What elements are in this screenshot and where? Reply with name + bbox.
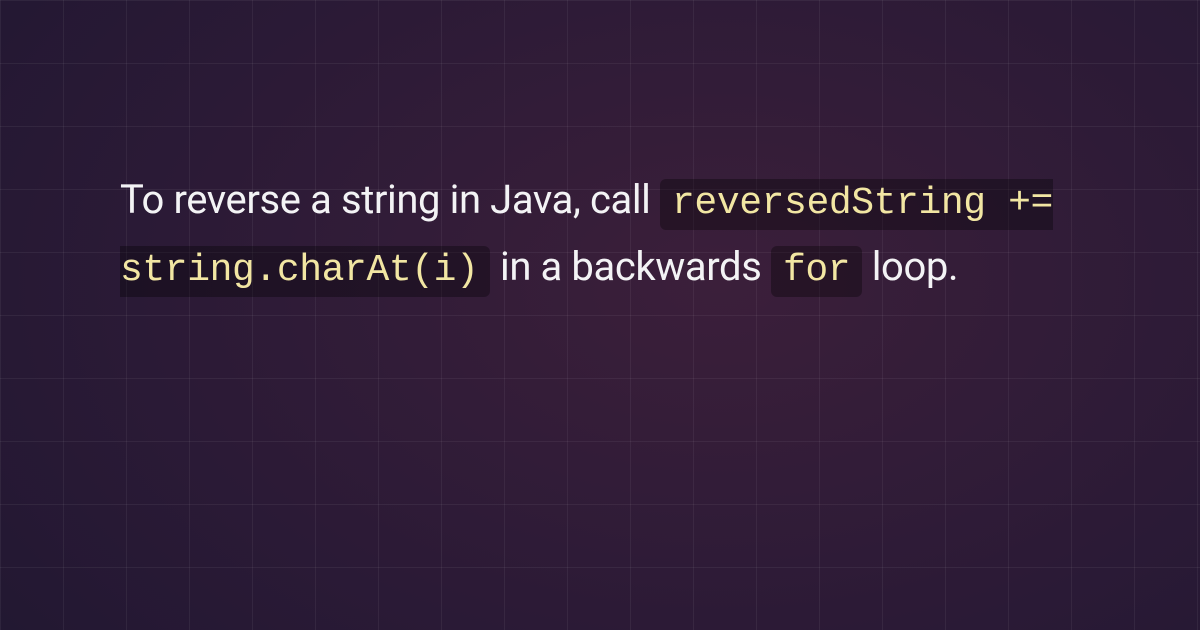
text-segment: in a backwards bbox=[500, 243, 771, 290]
text-segment: To reverse a string in Java, call bbox=[120, 176, 660, 223]
grid-background bbox=[0, 0, 1200, 630]
instruction-text: To reverse a string in Java, call revers… bbox=[120, 168, 1080, 302]
code-snippet-for: for bbox=[771, 246, 862, 297]
text-segment: loop. bbox=[872, 243, 958, 290]
